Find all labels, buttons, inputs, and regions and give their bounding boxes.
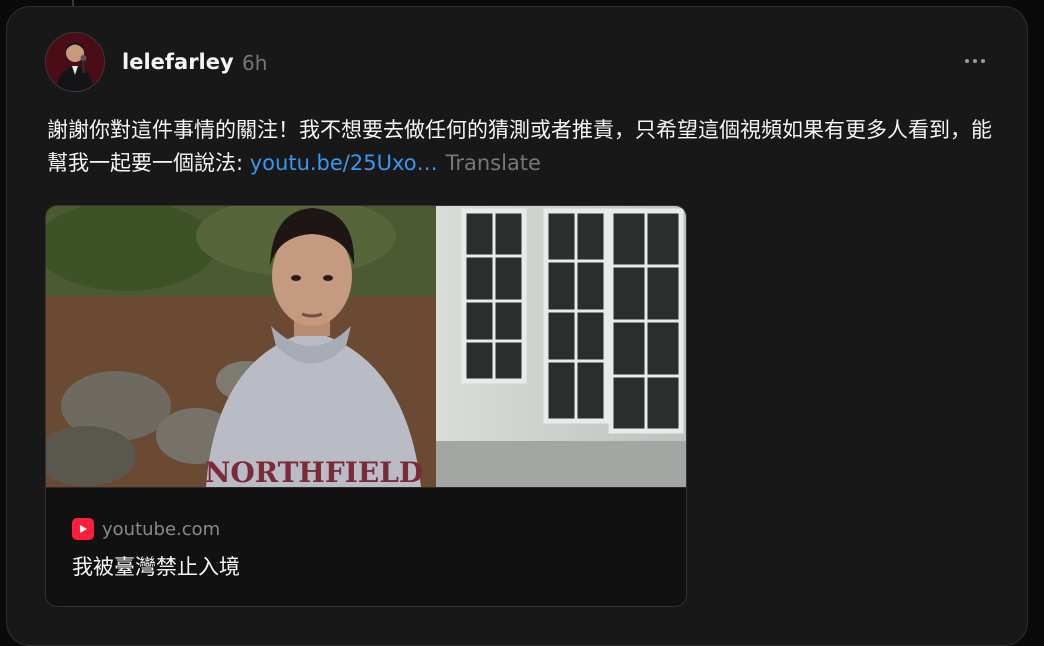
source-domain: youtube.com xyxy=(102,518,221,540)
post-body: 謝謝你對這件事情的關注！我不想要去做任何的猜測或者推責，只希望這個視頻如果有更多… xyxy=(47,114,997,180)
youtube-logo-icon xyxy=(72,518,94,540)
link-preview-footer: youtube.com 我被臺灣禁止入境 xyxy=(46,487,686,606)
more-horizontal-icon xyxy=(965,59,969,63)
post-timestamp: 6h xyxy=(242,51,268,75)
translate-button[interactable]: Translate xyxy=(446,151,541,175)
thumbnail-sweatshirt-text: NORTHFIELD xyxy=(205,456,423,487)
avatar[interactable] xyxy=(45,32,105,92)
video-thumbnail[interactable]: NORTHFIELD xyxy=(46,206,686,487)
post-link[interactable]: youtu.be/25Uxo… xyxy=(250,151,438,175)
link-preview-card[interactable]: NORTHFIELD youtube.com 我被臺灣禁止入境 xyxy=(45,205,687,607)
username[interactable]: lelefarley xyxy=(122,49,234,75)
video-title[interactable]: 我被臺灣禁止入境 xyxy=(72,551,240,581)
source-row: youtube.com xyxy=(72,518,220,540)
avatar-image xyxy=(46,33,104,91)
thumbnail-image: NORTHFIELD xyxy=(46,206,686,487)
post-card[interactable]: lelefarley 6h 謝謝你對這件事情的關注！我不想要去做任何的猜測或者推… xyxy=(6,6,1028,646)
more-options-button[interactable] xyxy=(957,49,993,73)
